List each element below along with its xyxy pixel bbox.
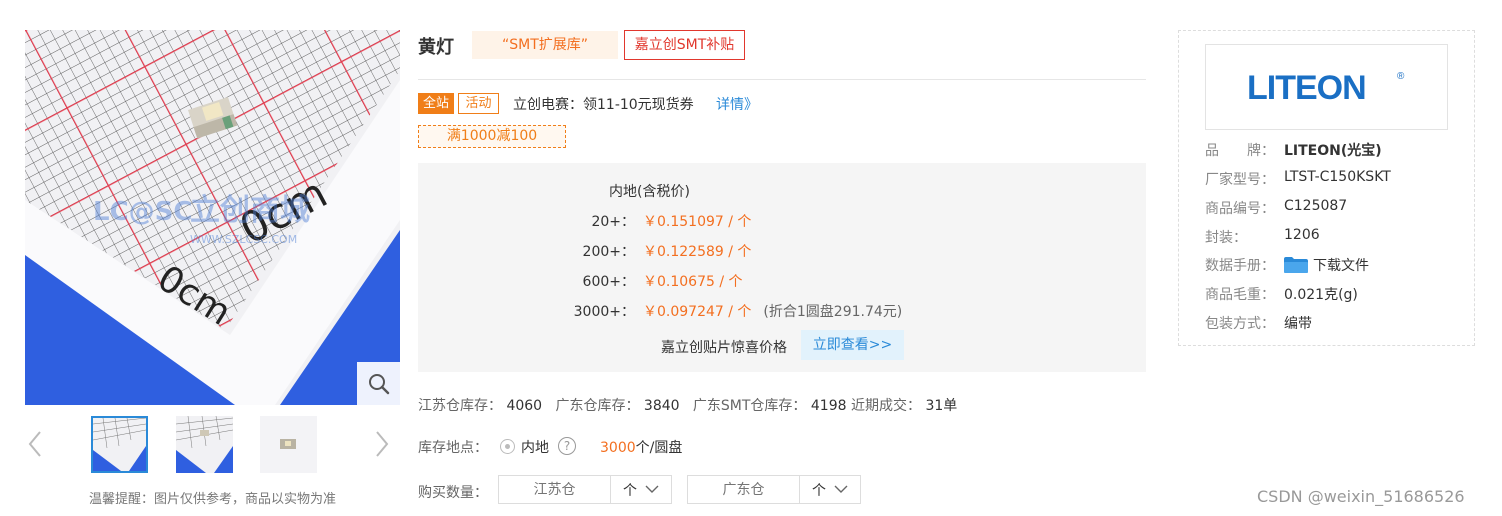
thumb-next-button[interactable] <box>372 428 392 460</box>
sitewide-badge: 全站 <box>418 93 454 114</box>
smt-price-text: 嘉立创贴片惊喜价格 <box>661 340 787 356</box>
spec-value: 编带 <box>1284 316 1312 332</box>
thumbnail-image <box>176 416 233 473</box>
datasheet-label: 下载文件 <box>1313 258 1369 274</box>
gd-unit-select[interactable]: 个 <box>800 475 861 504</box>
gd-qty-input[interactable] <box>687 475 800 504</box>
smt-subsidy-tag[interactable]: 嘉立创SMT补贴 <box>624 30 745 60</box>
stock-js-label: 江苏仓库存： <box>418 398 502 414</box>
price-tier: 3000+： ￥0.097247 / 个 (折合1圆盘291.74元) <box>540 301 903 321</box>
stock-gdsmt-value: 4198 <box>810 398 847 414</box>
price-tier-price: ￥0.097247 / 个 <box>643 304 752 320</box>
spec-key: 商品毛重： <box>1205 287 1275 303</box>
stock-location-label: 库存地点： <box>418 440 488 456</box>
thumbnail-2[interactable] <box>176 416 233 473</box>
recent-sales-value: 31单 <box>925 398 958 414</box>
spec-value: 0.021克(g) <box>1284 287 1358 303</box>
brand-logo[interactable]: LITEON ® <box>1205 44 1448 130</box>
unit-label: 个 <box>812 482 826 499</box>
help-icon[interactable]: ? <box>558 437 576 455</box>
chevron-down-icon <box>834 485 848 493</box>
chevron-left-icon <box>28 431 41 457</box>
spec-packaging: 包装方式： 编带 <box>1205 313 1312 333</box>
spec-package: 封装： 1206 <box>1205 227 1320 247</box>
location-option[interactable]: 内地 <box>521 437 549 457</box>
divider <box>418 79 1146 80</box>
price-tier: 200+： ￥0.122589 / 个 <box>540 241 752 261</box>
price-tier-price: ￥0.122589 / 个 <box>643 244 752 260</box>
activity-badge: 活动 <box>458 93 499 114</box>
price-tier-qty: 20+： <box>591 214 635 230</box>
stock-gd-label: 广东仓库存： <box>555 398 640 414</box>
reel-price-note: (折合1圆盘291.74元) <box>763 304 903 320</box>
view-smt-price-button[interactable]: 立即查看>> <box>801 330 904 360</box>
js-qty-input[interactable] <box>498 475 611 504</box>
price-tier-price: ￥0.10675 / 个 <box>643 274 743 290</box>
promo-text: 立创电赛：领11-10元现货券 <box>513 97 694 113</box>
price-tier: 600+： ￥0.10675 / 个 <box>540 271 743 291</box>
price-tier-price: ￥0.151097 / 个 <box>643 214 752 230</box>
spec-key: 品 牌： <box>1205 143 1275 159</box>
watermark-logo: LC@SC <box>93 197 192 227</box>
thumbnail-3[interactable] <box>260 416 317 473</box>
spec-key: 封装： <box>1205 230 1247 246</box>
reel-unit: 个/圆盘 <box>635 440 683 456</box>
svg-text:®: ® <box>1397 71 1405 82</box>
recent-sales-label: 近期成交： <box>850 398 921 414</box>
stock-gdsmt-label: 广东SMT仓库存： <box>692 398 807 414</box>
price-tier-qty: 3000+： <box>573 304 635 320</box>
smt-library-tag[interactable]: “SMT扩展库” <box>472 31 618 59</box>
coupon-badge[interactable]: 满1000减100 <box>418 125 566 148</box>
stock-js-value: 4060 <box>506 398 543 414</box>
spec-value[interactable]: LITEON(光宝) <box>1284 140 1382 160</box>
image-disclaimer: 温馨提醒：图片仅供参考，商品以实物为准 <box>88 492 336 507</box>
watermark-cn: 立创商城 <box>190 193 310 228</box>
js-unit-select[interactable]: 个 <box>611 475 672 504</box>
product-photo: 0cm 0cm LC@SC 立创商城 WWW.SZLCSC.COM <box>25 30 400 405</box>
product-title: 黄灯 <box>418 37 454 58</box>
buy-qty-label: 购买数量： <box>418 485 488 501</box>
stock-gd-value: 3840 <box>643 398 680 414</box>
watermark-en: WWW.SZLCSC.COM <box>190 233 297 246</box>
price-tier-qty: 600+： <box>582 274 635 290</box>
spec-value: C125087 <box>1284 198 1348 214</box>
thumb-prev-button[interactable] <box>25 428 45 460</box>
spec-sku: 商品编号： C125087 <box>1205 198 1347 218</box>
spec-key: 数据手册： <box>1205 258 1275 274</box>
spec-value: LTST-C150KSKT <box>1284 169 1391 185</box>
spec-weight: 商品毛重： 0.021克(g) <box>1205 284 1358 304</box>
price-tier: 20+： ￥0.151097 / 个 <box>540 211 751 231</box>
folder-icon <box>1284 257 1308 273</box>
magnifier-icon <box>368 373 389 394</box>
liteon-logo: LITEON ® <box>1247 69 1405 107</box>
zoom-button[interactable] <box>357 362 400 405</box>
thumbnail-1[interactable] <box>91 416 148 473</box>
chevron-down-icon <box>645 485 659 493</box>
datasheet-download-link[interactable]: 下载文件 <box>1284 255 1369 275</box>
reel-info: 3000个/圆盘 <box>600 437 682 457</box>
stock-info: 江苏仓库存： 4060 广东仓库存： 3840 广东SMT仓库存： 4198 近… <box>418 395 957 415</box>
spec-key: 厂家型号： <box>1205 172 1275 188</box>
product-main-image[interactable]: 0cm 0cm LC@SC 立创商城 WWW.SZLCSC.COM <box>25 30 400 405</box>
chevron-right-icon <box>376 431 389 457</box>
csdn-watermark: CSDN @weixin_51686526 <box>1257 487 1465 506</box>
svg-text:LITEON: LITEON <box>1247 69 1366 107</box>
location-radio[interactable] <box>500 439 515 454</box>
price-header: 内地(含税价) <box>609 184 690 200</box>
spec-brand: 品 牌： LITEON(光宝) <box>1205 140 1382 160</box>
spec-datasheet: 数据手册： 下载文件 <box>1205 255 1369 275</box>
spec-value: 1206 <box>1284 227 1320 243</box>
price-tier-qty: 200+： <box>582 244 635 260</box>
thumbnail-image <box>260 416 317 473</box>
spec-key: 商品编号： <box>1205 201 1275 217</box>
promo-details-link[interactable]: 详情》 <box>716 94 758 114</box>
unit-label: 个 <box>623 482 637 499</box>
spec-mpn: 厂家型号： LTST-C150KSKT <box>1205 169 1391 189</box>
thumbnail-image <box>93 418 146 471</box>
spec-key: 包装方式： <box>1205 316 1275 332</box>
reel-qty: 3000 <box>600 440 636 456</box>
